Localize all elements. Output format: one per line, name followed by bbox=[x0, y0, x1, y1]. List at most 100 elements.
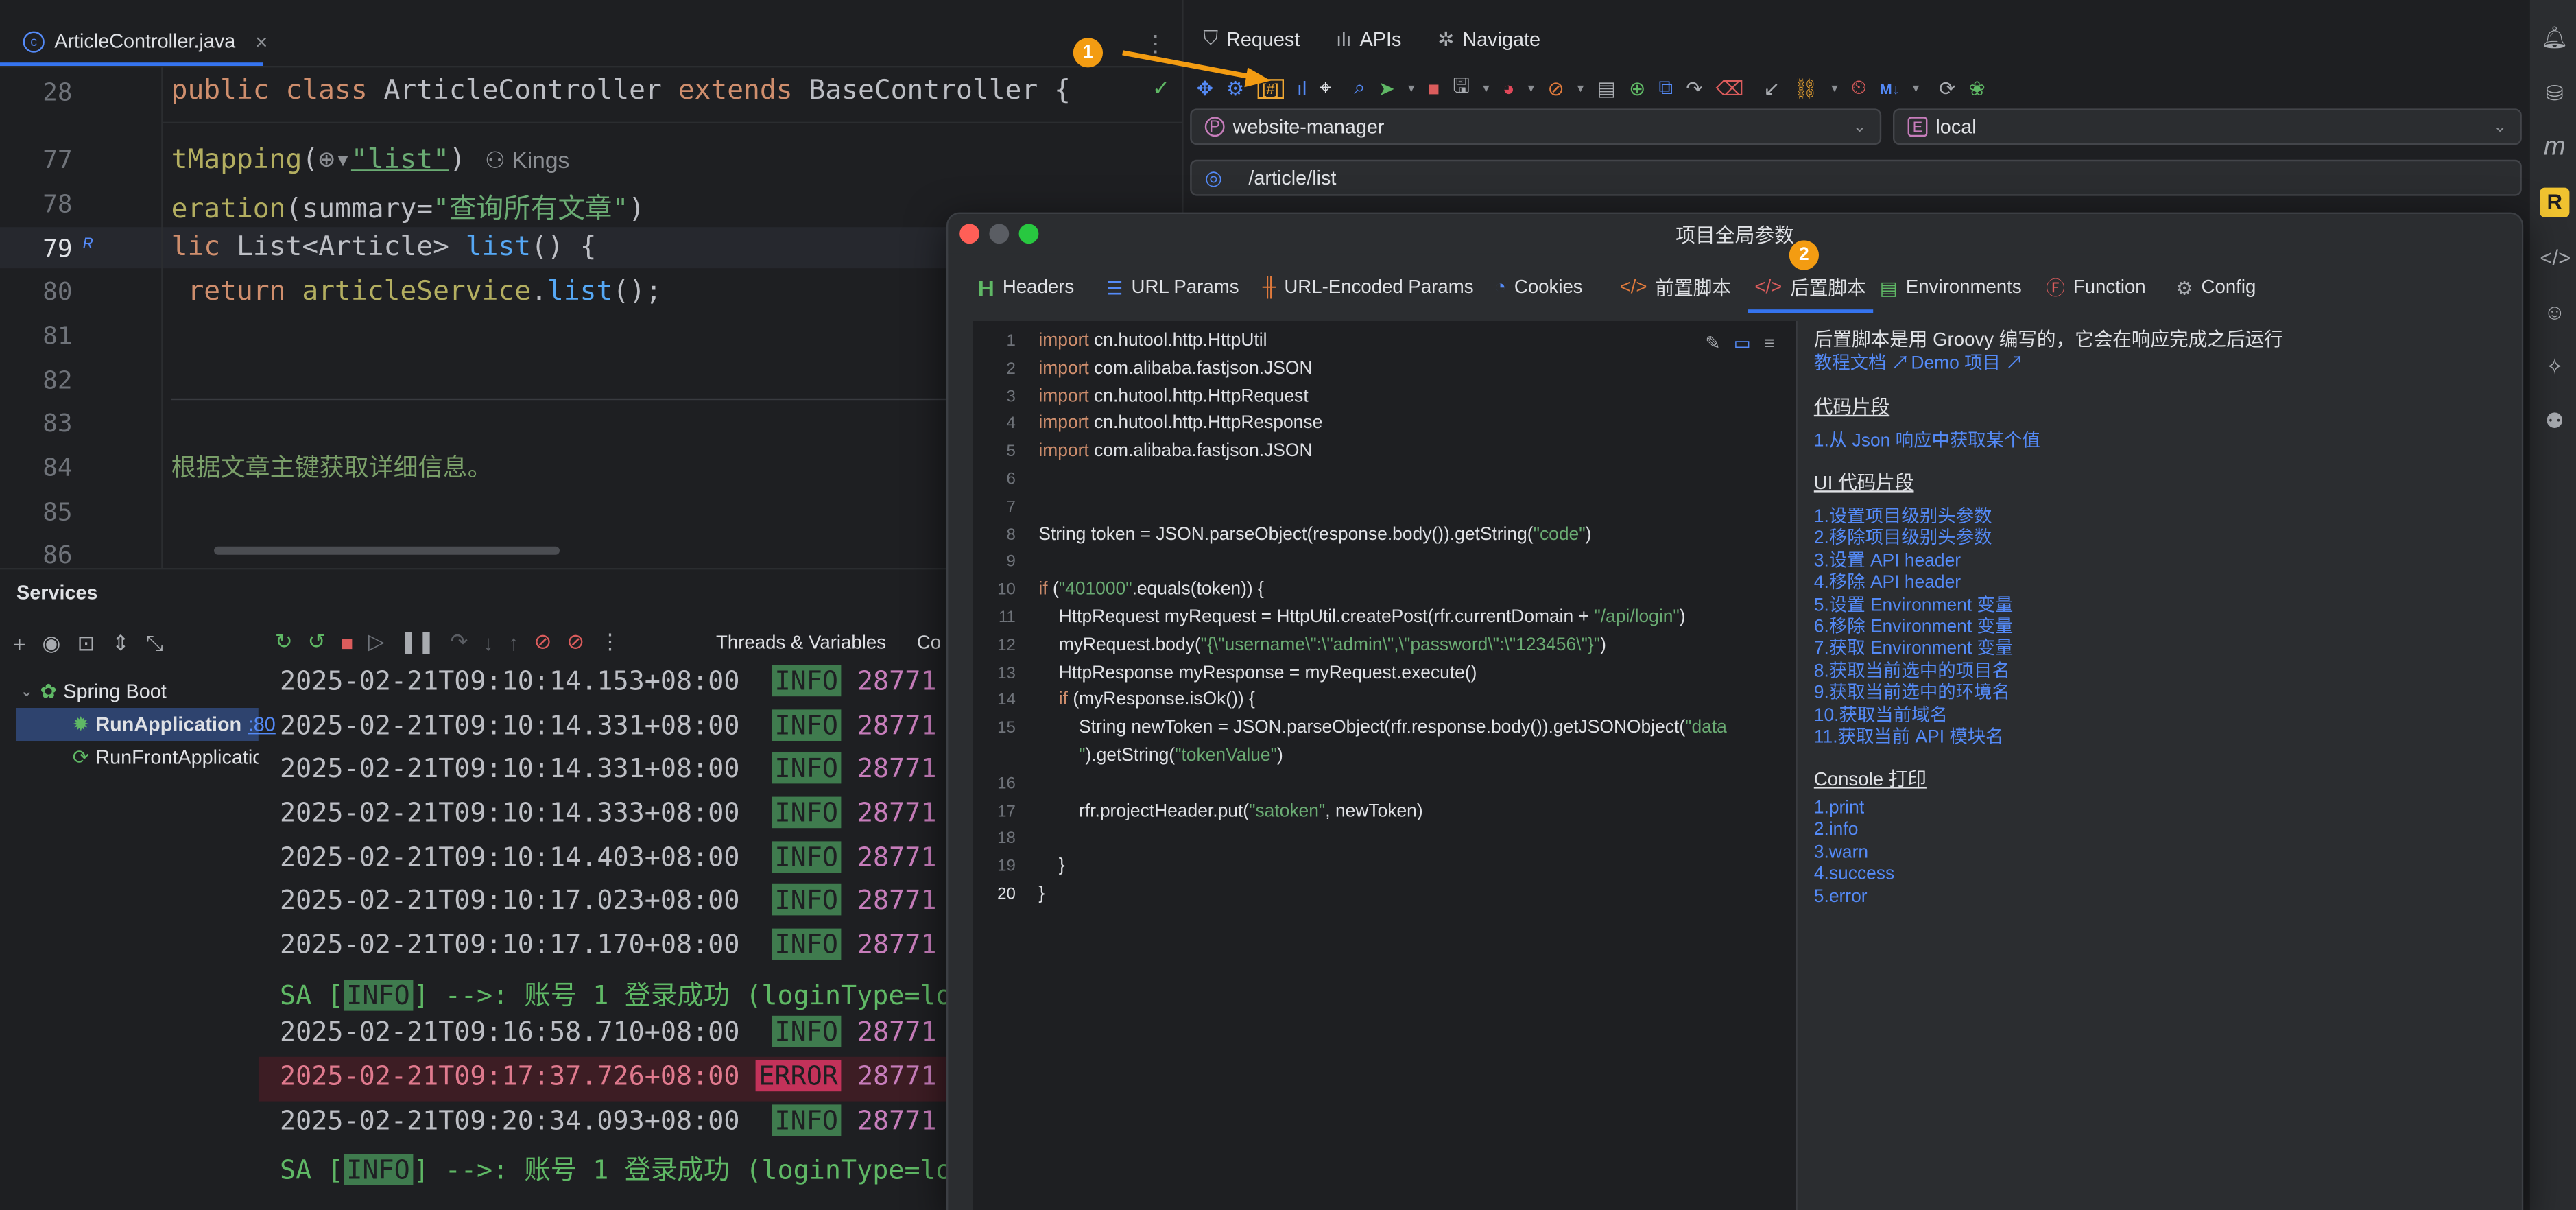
assistant-icon[interactable]: ⚉ bbox=[2540, 407, 2569, 436]
tab-function[interactable]: Ⓕ Function bbox=[2046, 267, 2145, 309]
editor-tab-label: ArticleController.java bbox=[54, 29, 236, 53]
tab-navigate[interactable]: ✲ Navigate bbox=[1438, 27, 1540, 51]
threads-variables-tab[interactable]: Threads & Variables bbox=[716, 634, 886, 654]
target-icon[interactable]: ⌖ bbox=[1320, 75, 1331, 100]
tree-node-runapplication[interactable]: ✹ RunApplication :80 bbox=[73, 713, 276, 736]
chart-icon: ılı bbox=[1336, 27, 1352, 51]
script-line: HttpResponse myResponse = myRequest.exec… bbox=[1038, 663, 1477, 683]
send-icon[interactable]: ➤ bbox=[1379, 77, 1395, 100]
more-icon[interactable]: ⋮ bbox=[599, 629, 621, 655]
help-snippet-link[interactable]: 5.error bbox=[1814, 887, 1868, 907]
log-line: SA [INFO] -->: 账号 1 登录成功 (loginType=lo bbox=[280, 980, 947, 1011]
log-line: 2025-02-21T09:10:14.333+08:00 INFO 28771 bbox=[280, 796, 937, 829]
chevron-down-icon[interactable]: ▾ bbox=[1408, 81, 1415, 96]
refresh-icon[interactable]: ⟳ bbox=[1939, 77, 1955, 100]
tab-apis[interactable]: ılı APIs bbox=[1336, 27, 1401, 51]
tab-environments[interactable]: ▤ Environments bbox=[1880, 267, 2022, 309]
wrap-icon[interactable]: ≡ bbox=[1764, 333, 1774, 353]
plugin-face-icon[interactable]: ☺ bbox=[2540, 298, 2569, 327]
tab-url-encoded-params[interactable]: ╫ URL-Encoded Params bbox=[1263, 267, 1474, 309]
add-icon[interactable]: + bbox=[13, 631, 25, 656]
save-icon[interactable]: 🖫 bbox=[1453, 71, 1470, 105]
step-over-icon[interactable]: ↷ bbox=[450, 629, 468, 655]
magic-wand-icon[interactable]: ✎ bbox=[1705, 333, 1720, 354]
log-line: 2025-02-21T09:10:17.023+08:00 INFO 28771 bbox=[280, 883, 937, 916]
help-snippet-link[interactable]: 2.info bbox=[1814, 820, 1859, 840]
breakpoints-icon[interactable]: ⊘ bbox=[534, 629, 552, 655]
chevron-down-icon[interactable]: ▾ bbox=[1528, 81, 1535, 96]
demo-link[interactable]: Demo 项目 ↗ bbox=[1911, 349, 2023, 375]
code-icon[interactable]: </> bbox=[2540, 244, 2571, 273]
link-icon[interactable]: ⛓ bbox=[1793, 77, 1818, 100]
stats-icon[interactable]: ıl bbox=[1297, 77, 1307, 100]
endpoint-gutter-icon[interactable]: ᴿ bbox=[82, 234, 92, 259]
notifications-icon[interactable]: 🔔︎ bbox=[2540, 23, 2569, 53]
help-snippet-link[interactable]: 1.print bbox=[1814, 798, 1864, 818]
rerun-icon[interactable]: ↻ bbox=[275, 629, 293, 655]
help-snippet-link[interactable]: 11.获取当前 API 模块名 bbox=[1814, 723, 2004, 749]
mute-breakpoints-icon[interactable]: ⊘ bbox=[567, 629, 584, 655]
log-line: 2025-02-21T09:10:17.170+08:00 INFO 28771 bbox=[280, 928, 937, 960]
new-group-icon[interactable]: ⊡ bbox=[77, 630, 95, 656]
chevron-down-icon[interactable]: ▾ bbox=[1577, 81, 1584, 96]
step-out-icon[interactable]: ↑ bbox=[508, 630, 519, 654]
copy-icon[interactable]: ⧉ bbox=[1658, 75, 1673, 100]
environment-select[interactable]: E local ⌄ bbox=[1893, 108, 2522, 145]
tree-node-runfrontapplication[interactable]: ⟳ RunFrontApplication bbox=[73, 746, 259, 769]
doc-link[interactable]: 教程文档 ↗ bbox=[1814, 349, 1909, 375]
help-snippet-link[interactable]: 1.从 Json 响应中获取某个值 bbox=[1814, 427, 2040, 453]
close-icon[interactable]: × bbox=[255, 29, 267, 54]
help-snippet-link[interactable]: 3.warn bbox=[1814, 842, 1868, 862]
params-icon: ╫ bbox=[1262, 278, 1276, 298]
url-field[interactable]: ◎ /article/list bbox=[1190, 159, 2522, 196]
section-console: Console 打印 bbox=[1813, 770, 1927, 790]
tab-config[interactable]: ⚙ Config bbox=[2176, 267, 2256, 309]
step-into-icon[interactable]: ↓ bbox=[483, 630, 494, 654]
script-line: ").getString("tokenValue") bbox=[1079, 746, 1283, 766]
pause-icon[interactable]: ❚❚ bbox=[399, 629, 435, 655]
database-icon[interactable]: ⛁ bbox=[2540, 79, 2569, 108]
rerun-debug-icon[interactable]: ↺ bbox=[308, 629, 326, 655]
tab-pre-script[interactable]: </> 前置脚本 bbox=[1620, 267, 1731, 309]
disable-icon[interactable]: ⊘ bbox=[1547, 77, 1564, 100]
help-snippet-link[interactable]: 4.success bbox=[1814, 864, 1894, 884]
post-script-editor[interactable]: ✎ ▭ ≡ 1 import cn.hutool.http.HttpUtil 2 im… bbox=[973, 321, 1796, 1210]
restful-plugin-icon[interactable]: R bbox=[2540, 187, 2570, 217]
stop-icon[interactable]: ■ bbox=[340, 630, 353, 654]
layout-icon[interactable]: ▤ bbox=[1597, 77, 1616, 100]
line-number: 77 bbox=[43, 145, 73, 175]
console-tab[interactable]: Co bbox=[917, 634, 941, 654]
script-line: } bbox=[1038, 856, 1065, 877]
history-icon[interactable]: ⏲ bbox=[1851, 75, 1867, 100]
script-line-number: 7 bbox=[1006, 498, 1016, 517]
tree-node-spring-boot[interactable]: ⌄ ✿ Spring Boot bbox=[20, 680, 167, 703]
editor-tab-articlecontroller[interactable]: c ArticleController.java × bbox=[10, 23, 281, 60]
tab-cookies[interactable]: ◔ Cookies bbox=[1494, 267, 1582, 309]
resume-icon[interactable]: ▷ bbox=[368, 629, 385, 655]
spring-icon[interactable]: ❀ bbox=[1969, 77, 1985, 100]
delete-icon[interactable]: ⌫ bbox=[1716, 77, 1744, 100]
import-icon[interactable]: ↙ bbox=[1763, 77, 1780, 100]
tab-headers[interactable]: H Headers bbox=[978, 267, 1075, 309]
stop-icon[interactable]: ■ bbox=[1428, 77, 1440, 100]
cookie-icon: ◔ bbox=[1494, 278, 1506, 298]
globe-icon[interactable]: ⊕ bbox=[1629, 77, 1645, 100]
ai-icon[interactable]: ✧ bbox=[2540, 353, 2569, 382]
horizontal-scrollbar[interactable] bbox=[214, 546, 560, 555]
collapse-icon[interactable]: ⤡ bbox=[146, 630, 163, 656]
project-select[interactable]: P website-manager ⌄ bbox=[1190, 108, 1882, 145]
eye-icon[interactable]: ◉ bbox=[42, 630, 60, 656]
chevron-down-icon[interactable]: ▾ bbox=[1913, 81, 1920, 96]
tab-url-params[interactable]: ☰ URL Params bbox=[1106, 267, 1239, 309]
markdown-icon[interactable]: M↓ bbox=[1880, 80, 1900, 96]
folder-icon[interactable]: ▭ bbox=[1734, 333, 1751, 354]
chevron-down-icon[interactable]: ▾ bbox=[1483, 81, 1490, 96]
redo-icon[interactable]: ↷ bbox=[1686, 77, 1702, 100]
expand-icon[interactable]: ⇕ bbox=[112, 630, 130, 656]
search-icon[interactable]: ⌕ bbox=[1354, 75, 1365, 100]
services-panel: Services + ◉ ⊡ ⇕ ⤡ ↻ ↺ ■ ▷ ❚❚ ↷ ↓ ↑ ⊘ ⊘ … bbox=[0, 568, 946, 1210]
tab-post-script[interactable]: </> 后置脚本 bbox=[1748, 267, 1873, 313]
chevron-down-icon[interactable]: ▾ bbox=[1831, 81, 1838, 96]
maven-icon[interactable]: m bbox=[2540, 133, 2569, 163]
mascot-icon[interactable]: ◕ bbox=[1503, 77, 1514, 100]
